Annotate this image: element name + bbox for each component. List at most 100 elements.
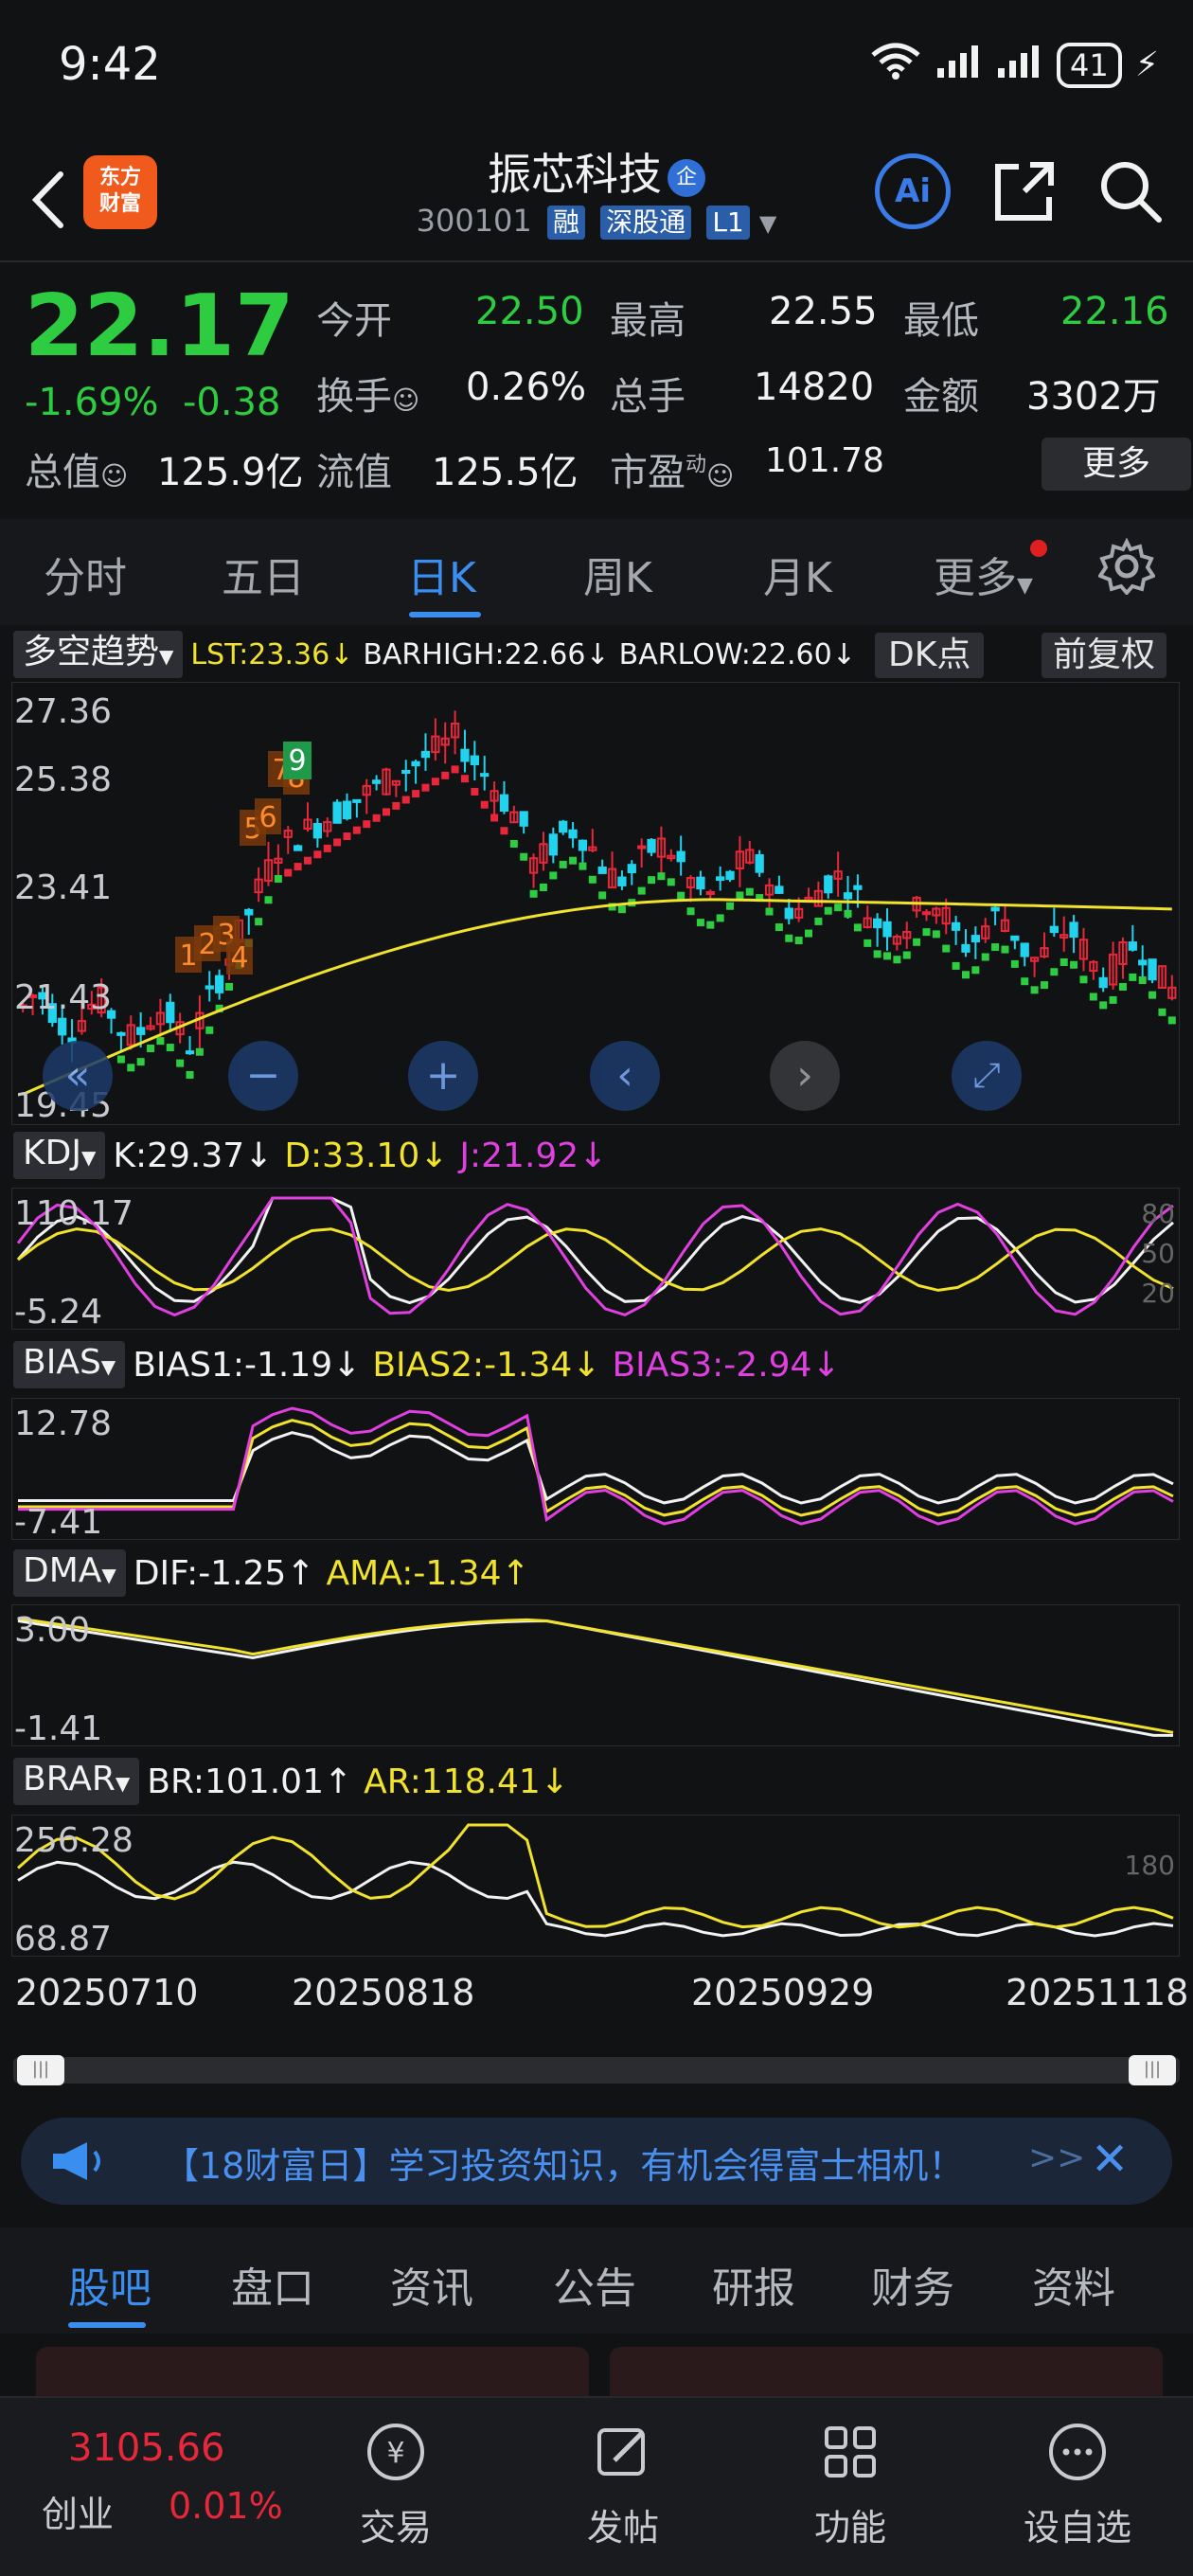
pe-value: 101.78 bbox=[765, 441, 884, 480]
promo-banner[interactable]: 【18财富日】学习投资知识，有机会得富士相机！ >> ✕ bbox=[21, 2118, 1172, 2205]
nav-functions-label: 功能 bbox=[813, 2507, 886, 2549]
tab-intraday[interactable]: 分时 bbox=[44, 544, 127, 604]
ai-icon[interactable]: Ai bbox=[875, 153, 951, 229]
more-quote-button[interactable]: 更多 bbox=[1042, 438, 1191, 491]
volume-label: 总手 bbox=[610, 375, 686, 419]
brar-select[interactable]: BRAR▼ bbox=[13, 1758, 140, 1805]
step-back-icon[interactable]: ‹ bbox=[590, 1041, 660, 1111]
kdj-y-top: 110.17 bbox=[14, 1194, 134, 1233]
tab-forum[interactable]: 股吧 bbox=[68, 2254, 151, 2315]
kdj-d: D:33.10↓ bbox=[284, 1136, 449, 1175]
bias-row: BIAS▼ BIAS1:-1.19↓ BIAS2:-1.34↓ BIAS3:-2… bbox=[13, 1341, 841, 1388]
settings-gear-icon[interactable] bbox=[1096, 537, 1157, 605]
nav-watchlist[interactable]: 设自选 bbox=[1002, 2417, 1153, 2550]
tab-daily-k[interactable]: 日K bbox=[407, 544, 476, 604]
range-handle-left[interactable]: ||| bbox=[17, 2055, 64, 2085]
kdj-select[interactable]: KDJ▼ bbox=[13, 1132, 106, 1179]
tab-orderbook[interactable]: 盘口 bbox=[231, 2254, 314, 2315]
y-label-4: 21.43 bbox=[14, 978, 113, 1017]
tab-more[interactable]: 更多▼ bbox=[934, 544, 1033, 604]
market-index-value[interactable]: 3105.66 bbox=[68, 2426, 224, 2470]
zoom-out-icon[interactable]: − bbox=[228, 1041, 298, 1111]
tab-research[interactable]: 研报 bbox=[712, 2254, 795, 2315]
candlestick-chart[interactable]: 123456789 27.36 25.38 23.41 21.43 19.45 … bbox=[11, 682, 1180, 1125]
change-percent: -1.69% bbox=[25, 381, 159, 424]
active-tab-underline bbox=[409, 612, 481, 617]
share-icon[interactable] bbox=[990, 157, 1059, 225]
svg-text:9: 9 bbox=[288, 744, 306, 778]
open-label: 今开 bbox=[316, 299, 392, 343]
nav-post[interactable]: 发帖 bbox=[547, 2417, 699, 2550]
tag-margin: 融 bbox=[546, 206, 585, 240]
dma-y-bot: -1.41 bbox=[14, 1709, 103, 1748]
y-label-3: 23.41 bbox=[14, 868, 113, 907]
wifi-icon bbox=[869, 42, 922, 88]
bias-select[interactable]: BIAS▼ bbox=[13, 1341, 126, 1388]
y-label-1: 27.36 bbox=[14, 692, 113, 731]
enterprise-badge: 企 bbox=[668, 158, 705, 197]
low-value: 22.16 bbox=[1060, 290, 1169, 333]
dma-select[interactable]: DMA▼ bbox=[13, 1549, 126, 1597]
zoom-in-icon[interactable]: + bbox=[408, 1041, 478, 1111]
low-label: 最低 bbox=[903, 299, 979, 343]
tab-announcements[interactable]: 公告 bbox=[553, 2254, 636, 2315]
amount-label: 金额 bbox=[903, 375, 979, 419]
nav-trade-label: 交易 bbox=[359, 2507, 432, 2549]
stock-header: 东方 财富 振芯科技企 300101 融 深股通 L1 ▼ Ai bbox=[0, 133, 1193, 260]
megaphone-icon bbox=[49, 2138, 106, 2188]
rewind-icon[interactable]: « bbox=[43, 1041, 113, 1111]
dma-row: DMA▼ DIF:-1.25↑ AMA:-1.34↑ bbox=[13, 1549, 530, 1597]
bias-chart: 12.78 -7.41 bbox=[11, 1398, 1180, 1542]
barhigh-value: BARHIGH:22.66↓ bbox=[363, 637, 610, 671]
tag-level: L1 bbox=[706, 206, 750, 240]
market-index-change[interactable]: 0.01% bbox=[169, 2485, 283, 2527]
bias-y-bot: -7.41 bbox=[14, 1503, 103, 1542]
nav-trade[interactable]: ¥ 交易 bbox=[320, 2417, 472, 2550]
high-label: 最高 bbox=[610, 299, 686, 343]
bias1: BIAS1:-1.19↓ bbox=[133, 1345, 362, 1385]
more-dots-icon bbox=[1042, 2417, 1113, 2487]
tab-weekly-k[interactable]: 周K bbox=[583, 544, 652, 604]
dk-point-button[interactable]: DK点 bbox=[875, 633, 985, 678]
bias2: BIAS2:-1.34↓ bbox=[372, 1345, 601, 1385]
stock-code: 300101 bbox=[416, 203, 532, 239]
kdj-ref-20: 20 bbox=[1141, 1278, 1175, 1309]
market-index-name[interactable]: 创业 bbox=[42, 2485, 114, 2537]
step-forward-icon[interactable]: › bbox=[770, 1041, 840, 1111]
fullscreen-icon[interactable]: ⤢ bbox=[952, 1041, 1022, 1111]
pe-label: 市盈动☺ bbox=[610, 451, 735, 494]
dropdown-caret-icon: ▼ bbox=[758, 210, 777, 237]
adjust-button[interactable]: 前复权 bbox=[1042, 633, 1167, 678]
tab-five-day[interactable]: 五日 bbox=[222, 544, 305, 604]
banner-text: 【18财富日】学习投资知识，有机会得富士相机！ bbox=[163, 2145, 965, 2187]
bias-y-top: 12.78 bbox=[14, 1404, 113, 1443]
kdj-j: J:21.92↓ bbox=[459, 1136, 608, 1175]
battery-icon: 41 bbox=[1057, 42, 1122, 88]
trend-indicator-select[interactable]: 多空趋势▼ bbox=[13, 631, 184, 678]
brar-row: BRAR▼ BR:101.01↑ AR:118.41↓ bbox=[13, 1758, 569, 1805]
tab-financials[interactable]: 财务 bbox=[871, 2254, 954, 2315]
turnover-label: 换手☺ bbox=[316, 375, 420, 419]
brar-y-bot: 68.87 bbox=[14, 1920, 113, 1959]
divider bbox=[0, 260, 1193, 262]
kdj-ref-50: 50 bbox=[1141, 1238, 1175, 1269]
banner-more-arrow: >> bbox=[1028, 2138, 1086, 2177]
search-icon[interactable] bbox=[1096, 157, 1165, 225]
chart-range-slider[interactable]: ||| ||| bbox=[13, 2055, 1180, 2085]
close-icon[interactable]: ✕ bbox=[1091, 2133, 1129, 2186]
tab-news[interactable]: 资讯 bbox=[390, 2254, 473, 2315]
dma-dif: DIF:-1.25↑ bbox=[133, 1553, 315, 1593]
current-price: 22.17 bbox=[25, 277, 294, 376]
dma-y-top: 3.00 bbox=[14, 1611, 91, 1650]
tab-monthly-k[interactable]: 月K bbox=[763, 544, 832, 604]
lst-value: LST:23.36↓ bbox=[190, 637, 354, 671]
tab-profile[interactable]: 资料 bbox=[1032, 2254, 1115, 2315]
change-amount: -0.38 bbox=[182, 381, 281, 424]
bottom-nav: 3105.66 创业 0.01% ¥ 交易 发帖 功能 设自选 bbox=[0, 2396, 1193, 2576]
period-tabs: 分时 五日 日K 周K 月K 更多▼ bbox=[0, 519, 1193, 625]
svg-text:¥: ¥ bbox=[386, 2437, 404, 2470]
signal-icon bbox=[935, 42, 983, 88]
range-handle-right[interactable]: ||| bbox=[1129, 2055, 1176, 2085]
brar-y-top: 256.28 bbox=[14, 1821, 134, 1860]
nav-functions[interactable]: 功能 bbox=[775, 2417, 926, 2550]
